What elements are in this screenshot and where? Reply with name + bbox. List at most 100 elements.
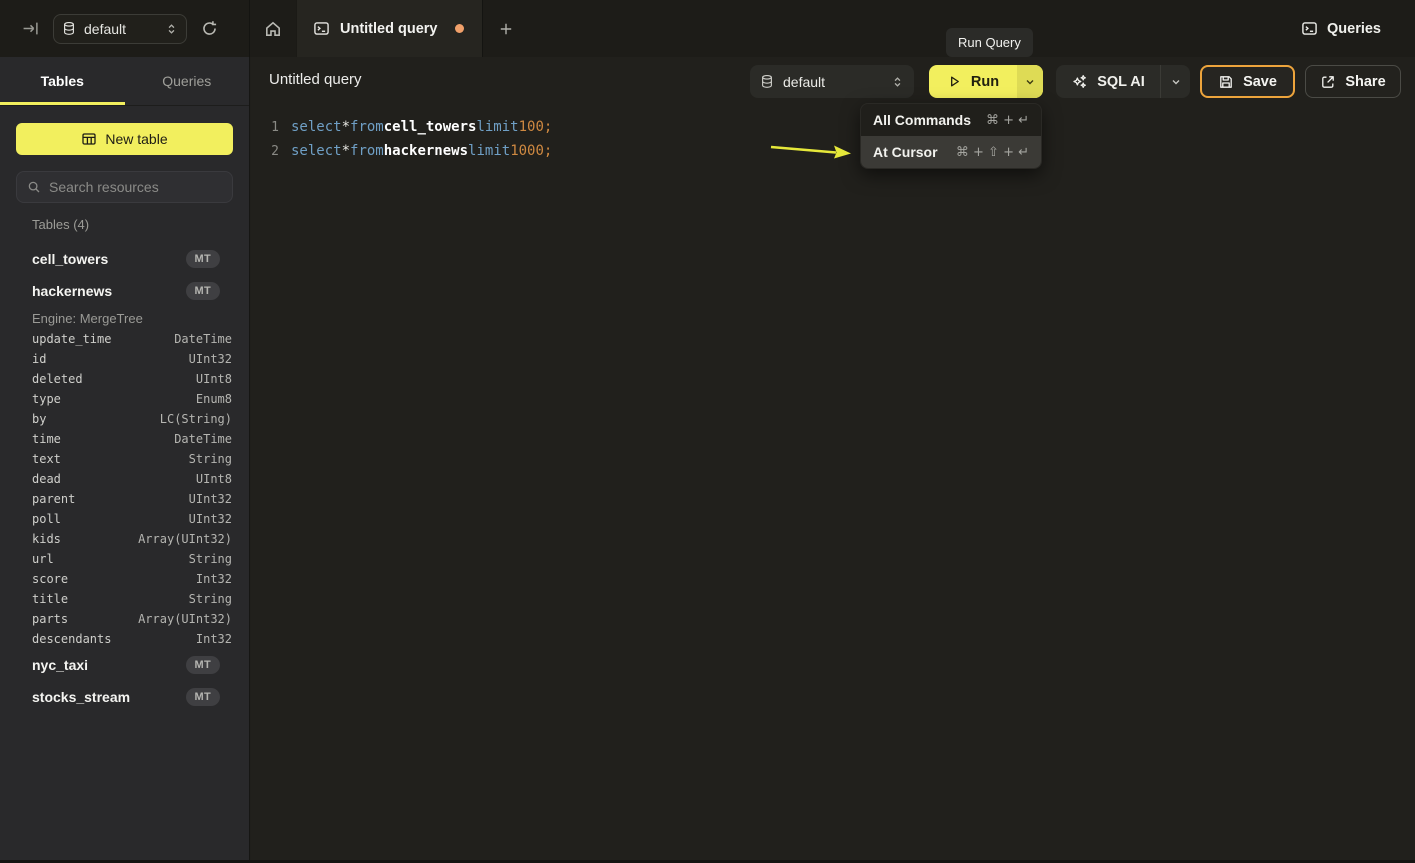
database-select-top[interactable]: default xyxy=(53,14,187,44)
menu-item-at-cursor[interactable]: At Cursor ⌘ + ⇧ + ↵ xyxy=(861,136,1041,168)
share-button[interactable]: Share xyxy=(1305,65,1401,98)
column-type: Int32 xyxy=(196,572,232,586)
menu-item-shortcut: ⌘ + ↵ xyxy=(986,113,1029,128)
line-number: 1 xyxy=(251,120,279,135)
engine-badge: MT xyxy=(186,250,220,268)
run-options-button[interactable] xyxy=(1017,65,1043,98)
updown-chevrons-icon xyxy=(891,75,904,89)
refresh-icon[interactable] xyxy=(201,20,218,37)
sidebar: Tables Queries New table Tables (4) cell… xyxy=(0,57,250,860)
annotation-arrow xyxy=(768,142,854,160)
save-button-label: Save xyxy=(1243,74,1277,90)
unsaved-changes-dot xyxy=(455,24,464,33)
column-row: urlString xyxy=(16,549,233,569)
save-button[interactable]: Save xyxy=(1200,65,1295,98)
tables-section: Tables (4) cell_towersMThackernewsMTEngi… xyxy=(0,217,249,713)
database-select-toolbar[interactable]: default xyxy=(750,65,914,98)
column-name: dead xyxy=(32,472,61,486)
tab-label: Untitled query xyxy=(340,21,437,37)
menu-item-all-commands[interactable]: All Commands⌘ + ↵ xyxy=(861,104,1041,136)
column-row: textString xyxy=(16,449,233,469)
menu-item-label: At Cursor xyxy=(873,144,938,160)
column-name: parts xyxy=(32,612,68,626)
column-type: String xyxy=(189,592,232,606)
share-button-label: Share xyxy=(1345,74,1385,90)
engine-badge: MT xyxy=(186,282,220,300)
column-type: DateTime xyxy=(174,332,232,346)
tables-list: cell_towersMThackernewsMTEngine: MergeTr… xyxy=(16,243,233,713)
column-type: String xyxy=(189,552,232,566)
run-button-group: Run xyxy=(929,65,1043,98)
column-type: Int32 xyxy=(196,632,232,646)
column-type: UInt32 xyxy=(189,492,232,506)
sql-token: limit xyxy=(476,119,518,135)
database-icon xyxy=(760,74,774,89)
queries-button[interactable]: Queries xyxy=(1301,0,1381,57)
column-type: String xyxy=(189,452,232,466)
sql-token: from xyxy=(350,119,384,135)
column-row: deadUInt8 xyxy=(16,469,233,489)
sql-ai-button[interactable]: SQL AI xyxy=(1056,65,1160,98)
database-icon xyxy=(62,21,76,36)
home-button[interactable] xyxy=(250,0,297,57)
chevron-down-icon xyxy=(1170,76,1182,88)
column-type: UInt32 xyxy=(189,512,232,526)
main-panel: Untitled query default Run xyxy=(251,57,1415,860)
table-row-cell_towers[interactable]: cell_towers MT xyxy=(16,243,233,275)
menu-item-shortcut: ⌘ + ⇧ + ↵ xyxy=(956,145,1029,160)
sql-token: * xyxy=(342,143,350,159)
column-row: byLC(String) xyxy=(16,409,233,429)
column-name: kids xyxy=(32,532,61,546)
run-options-menu: All Commands⌘ + ↵ At Cursor ⌘ + ⇧ + ↵ xyxy=(860,103,1042,169)
sql-token: select xyxy=(291,119,342,135)
sidebar-tab-queries[interactable]: Queries xyxy=(125,57,250,105)
column-row: deletedUInt8 xyxy=(16,369,233,389)
search-box xyxy=(16,171,233,203)
top-bar: default Untitled query xyxy=(0,0,1415,57)
top-bar-left: default xyxy=(0,0,250,57)
sidebar-tab-tables[interactable]: Tables xyxy=(0,57,125,105)
column-name: id xyxy=(32,352,46,366)
table-row-hackernews[interactable]: hackernewsMT xyxy=(16,275,233,307)
save-icon xyxy=(1218,74,1234,90)
column-type: Array(UInt32) xyxy=(138,532,232,546)
column-row: timeDateTime xyxy=(16,429,233,449)
database-select-top-value: default xyxy=(84,21,157,37)
sidebar-collapse-icon[interactable] xyxy=(22,20,39,37)
table-name: stocks_stream xyxy=(32,689,130,705)
search-input[interactable] xyxy=(49,179,230,195)
sql-token: 1000; xyxy=(510,143,552,159)
new-tab-button[interactable] xyxy=(483,0,529,57)
table-name: cell_towers xyxy=(32,251,108,267)
sql-token: cell_towers xyxy=(384,119,477,135)
sql-token: from xyxy=(350,143,384,159)
sidebar-tabs: Tables Queries xyxy=(0,57,249,106)
column-row: scoreInt32 xyxy=(16,569,233,589)
column-type: UInt32 xyxy=(189,352,232,366)
query-toolbar: Untitled query default Run xyxy=(251,57,1415,107)
table-name: nyc_taxi xyxy=(32,657,88,673)
play-icon xyxy=(947,74,962,89)
column-row: partsArray(UInt32) xyxy=(16,609,233,629)
run-query-tooltip: Run Query xyxy=(946,28,1033,57)
sql-ai-label: SQL AI xyxy=(1097,74,1145,90)
table-row-nyc_taxi[interactable]: nyc_taxiMT xyxy=(16,649,233,681)
column-name: parent xyxy=(32,492,75,506)
run-button[interactable]: Run xyxy=(929,65,1017,98)
sql-token: hackernews xyxy=(384,143,468,159)
column-row: poll UInt32 xyxy=(16,509,233,529)
new-table-button[interactable]: New table xyxy=(16,123,233,155)
column-row: update_time DateTime xyxy=(16,329,233,349)
plus-icon xyxy=(498,21,514,37)
column-name: poll xyxy=(32,512,61,526)
column-name: update_time xyxy=(32,332,111,346)
sql-ai-button-group: SQL AI xyxy=(1056,65,1190,98)
engine-badge: MT xyxy=(186,688,220,706)
tab-untitled-query[interactable]: Untitled query xyxy=(297,0,483,57)
sparkles-icon xyxy=(1071,73,1088,90)
new-table-label: New table xyxy=(105,131,167,147)
table-row-stocks_stream[interactable]: stocks_stream MT xyxy=(16,681,233,713)
sql-ai-options-button[interactable] xyxy=(1160,65,1190,98)
column-row: id UInt32 xyxy=(16,349,233,369)
column-list: update_time DateTime id UInt32 deletedUInt8 t… xyxy=(16,329,233,649)
